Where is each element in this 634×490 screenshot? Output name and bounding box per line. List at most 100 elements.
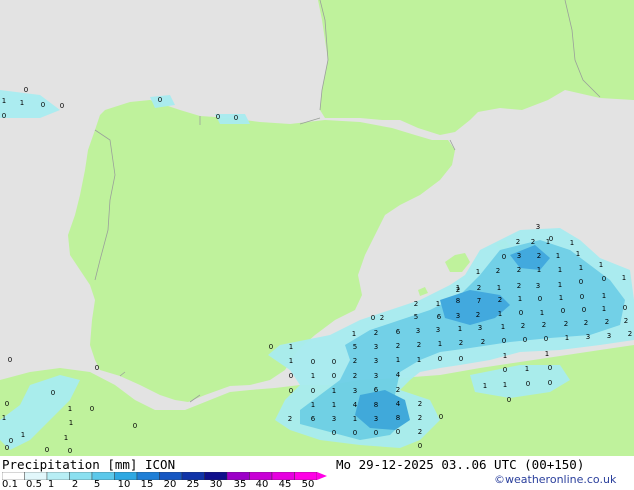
precip-value: 2 xyxy=(418,400,422,408)
precip-value: 2 xyxy=(396,386,400,394)
precip-value: 2 xyxy=(537,252,541,260)
precip-value: 2 xyxy=(456,286,460,294)
scale-tick: 2 xyxy=(71,479,79,490)
precip-value: 0 xyxy=(561,307,565,315)
scale-tick: 40 xyxy=(255,479,269,490)
precip-value: 3 xyxy=(517,252,521,260)
scale-tick: 15 xyxy=(140,479,154,490)
precip-value: 1 xyxy=(602,292,606,300)
precip-value: 3 xyxy=(416,327,420,335)
precip-value: 0 xyxy=(371,314,375,322)
precip-value: 0 xyxy=(503,366,507,374)
precip-value: 0 xyxy=(519,309,523,317)
precip-value: 1 xyxy=(579,264,583,272)
precip-value: 5 xyxy=(353,343,357,351)
precip-value: 2 xyxy=(396,342,400,350)
precip-value: 2 xyxy=(605,318,609,326)
precip-value: 0 xyxy=(332,358,336,366)
precip-value: 1 xyxy=(576,250,580,258)
precip-value: 2 xyxy=(531,238,535,246)
precip-value: 2 xyxy=(418,414,422,422)
precip-value: 1 xyxy=(565,334,569,342)
precip-value: 0 xyxy=(41,101,45,109)
precip-value: 2 xyxy=(288,415,292,423)
precip-value: 0 xyxy=(602,275,606,283)
precip-value: 1 xyxy=(525,365,529,373)
precip-value: 2 xyxy=(477,284,481,292)
precipitation-map[interactable]: 3022110321112211111212310012218721010120… xyxy=(0,0,634,456)
precip-value: 0 xyxy=(332,429,336,437)
precip-value: 1 xyxy=(518,295,522,303)
precip-value: 7 xyxy=(477,297,481,305)
scale-tick: 35 xyxy=(233,479,247,490)
precip-value: 0 xyxy=(374,429,378,437)
precip-value: 0 xyxy=(60,102,64,110)
valid-datetime: Mo 29-12-2025 03..06 UTC (00+150) xyxy=(336,457,585,472)
precip-value: 3 xyxy=(456,312,460,320)
precip-value: 0 xyxy=(8,356,12,364)
precip-value: 3 xyxy=(436,326,440,334)
precip-value: 1 xyxy=(396,356,400,364)
precip-value: 0 xyxy=(234,114,238,122)
precip-value: 1 xyxy=(503,381,507,389)
precip-value: 1 xyxy=(599,261,603,269)
precip-value: 1 xyxy=(458,325,462,333)
precip-value: 2 xyxy=(459,339,463,347)
precip-value: 0 xyxy=(396,428,400,436)
scale-tick: 30 xyxy=(209,479,223,490)
model-name: ICON xyxy=(145,457,176,472)
precip-value: 1 xyxy=(497,284,501,292)
precip-value: 0 xyxy=(526,380,530,388)
precip-value: 0 xyxy=(418,442,422,450)
precip-value: 2 xyxy=(521,322,525,330)
scale-tick: 20 xyxy=(163,479,177,490)
precip-value: 0 xyxy=(95,364,99,372)
precip-value: 1 xyxy=(352,330,356,338)
precip-value: 0 xyxy=(90,405,94,413)
precip-value: 0 xyxy=(582,306,586,314)
precip-value: 2 xyxy=(542,321,546,329)
precip-value: 1 xyxy=(503,352,507,360)
precip-value: 3 xyxy=(374,357,378,365)
precip-value: 0 xyxy=(332,372,336,380)
precip-value: 0 xyxy=(544,335,548,343)
precip-value: 8 xyxy=(396,414,400,422)
precip-value: 0 xyxy=(68,447,72,455)
precip-value: 1 xyxy=(622,274,626,282)
precip-value: 1 xyxy=(68,405,72,413)
precip-value: 0 xyxy=(51,389,55,397)
precip-value: 1 xyxy=(540,309,544,317)
precip-value: 3 xyxy=(374,343,378,351)
precip-value: 8 xyxy=(456,297,460,305)
precip-value: 1 xyxy=(602,305,606,313)
precip-value: 6 xyxy=(311,415,316,423)
precip-value: 2 xyxy=(517,282,521,290)
precip-value: 6 xyxy=(374,386,379,394)
precip-value: 4 xyxy=(353,401,358,409)
precip-value: 2 xyxy=(417,341,421,349)
precip-value: 2 xyxy=(498,296,502,304)
precip-value: 0 xyxy=(507,396,511,404)
precip-value: 0 xyxy=(580,293,584,301)
precip-value: 3 xyxy=(607,332,611,340)
precip-value: 0 xyxy=(311,387,315,395)
credit-link[interactable]: ©weatheronline.co.uk xyxy=(494,473,616,486)
precip-value: 0 xyxy=(133,422,137,430)
precip-value: 1 xyxy=(545,350,549,358)
precip-value: 6 xyxy=(437,313,442,321)
precip-value: 0 xyxy=(289,372,293,380)
precip-value: 1 xyxy=(570,239,574,247)
precip-value: 4 xyxy=(396,371,401,379)
precip-value: 3 xyxy=(478,324,482,332)
precip-value: 2 xyxy=(516,238,520,246)
precip-value: 8 xyxy=(374,401,378,409)
precip-value: 0 xyxy=(538,295,542,303)
precip-value: 0 xyxy=(459,355,463,363)
precip-value: 0 xyxy=(548,379,552,387)
precip-value: 2 xyxy=(380,314,384,322)
precip-value: 1 xyxy=(556,252,560,260)
precip-value: 0 xyxy=(502,337,506,345)
precip-value: 2 xyxy=(353,357,357,365)
precip-value: 1 xyxy=(69,419,73,427)
precip-value: 1 xyxy=(289,357,293,365)
